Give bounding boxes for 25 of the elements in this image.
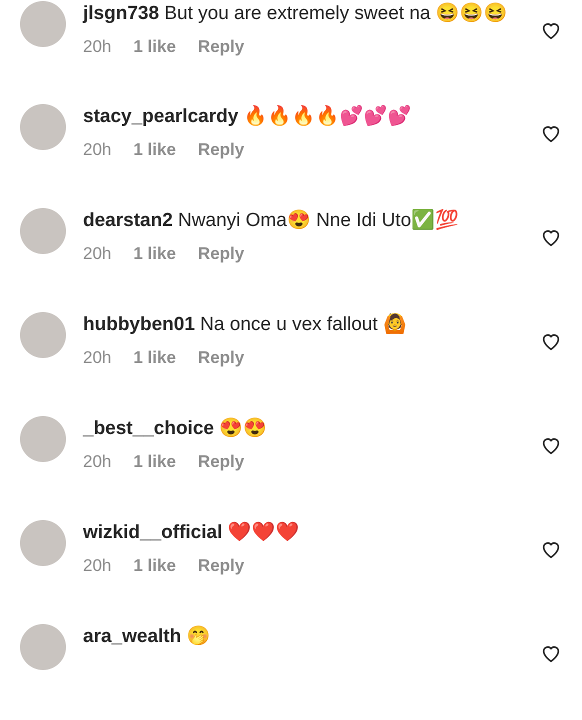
comment-text: _best__choice 😍😍 <box>83 416 268 441</box>
reply-link[interactable]: Reply <box>198 452 244 472</box>
comment-text: hubbyben01 Na once u vex fallout 🙆 <box>83 312 408 337</box>
comment-time: 20h <box>83 244 112 264</box>
comment-text: stacy_pearlcardy 🔥🔥🔥🔥💕💕💕 <box>83 104 413 129</box>
like-count[interactable]: 1 like <box>133 140 176 160</box>
comment-time: 20h <box>83 37 112 57</box>
comment-time: 20h <box>83 452 112 472</box>
comment-text: wizkid__official ❤❤❤ <box>83 520 301 545</box>
like-count[interactable]: 1 like <box>133 37 176 57</box>
comment-text: dearstan2 Nwanyi Oma😍 Nne Idi Uto✅💯 <box>83 208 460 233</box>
like-count[interactable]: 1 like <box>133 556 176 576</box>
comment-text: ara_wealth 🤭 <box>83 624 212 649</box>
like-count[interactable]: 1 like <box>133 244 176 264</box>
comment-text: jlsgn738 But you are extremely sweet na 😆😆😆 <box>83 2 508 26</box>
comment-time: 20h <box>83 140 112 160</box>
reply-link[interactable]: Reply <box>198 348 244 368</box>
reply-link[interactable]: Reply <box>198 556 244 576</box>
comment-time: 20h <box>83 556 112 576</box>
reply-link[interactable]: Reply <box>198 140 244 160</box>
reply-link[interactable]: Reply <box>198 37 244 57</box>
like-count[interactable]: 1 like <box>133 348 176 368</box>
like-count[interactable]: 1 like <box>133 452 176 472</box>
comment-time: 20h <box>83 348 112 368</box>
reply-link[interactable]: Reply <box>198 244 244 264</box>
